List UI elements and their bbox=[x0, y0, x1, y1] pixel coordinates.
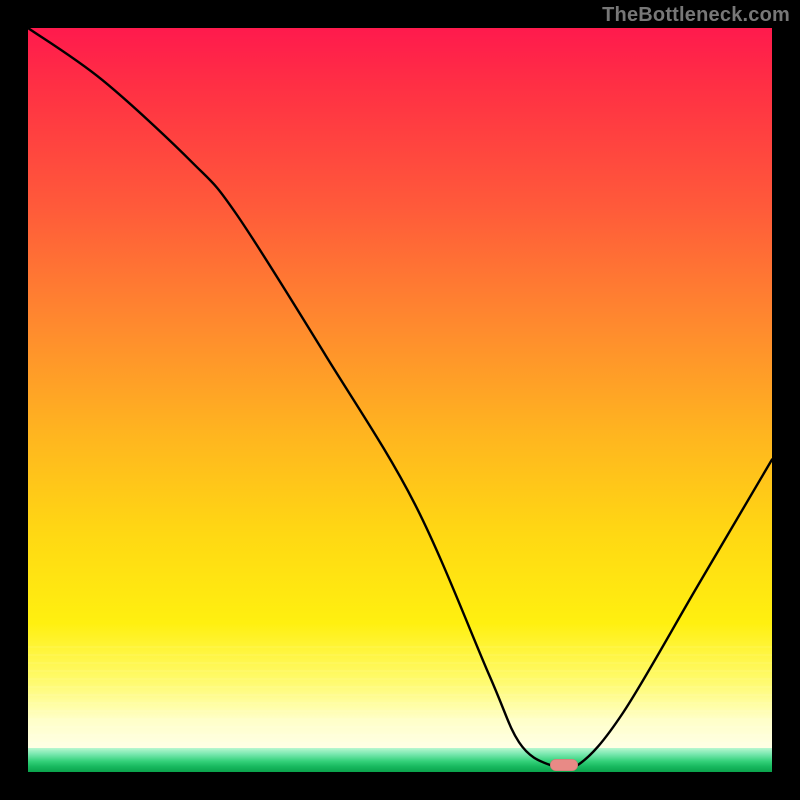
optimum-marker bbox=[550, 759, 578, 771]
plot-area bbox=[28, 28, 772, 772]
green-strip bbox=[28, 748, 772, 772]
watermark-text: TheBottleneck.com bbox=[602, 4, 790, 27]
chart-stage: TheBottleneck.com bbox=[0, 0, 800, 800]
gradient-bands bbox=[28, 640, 772, 760]
